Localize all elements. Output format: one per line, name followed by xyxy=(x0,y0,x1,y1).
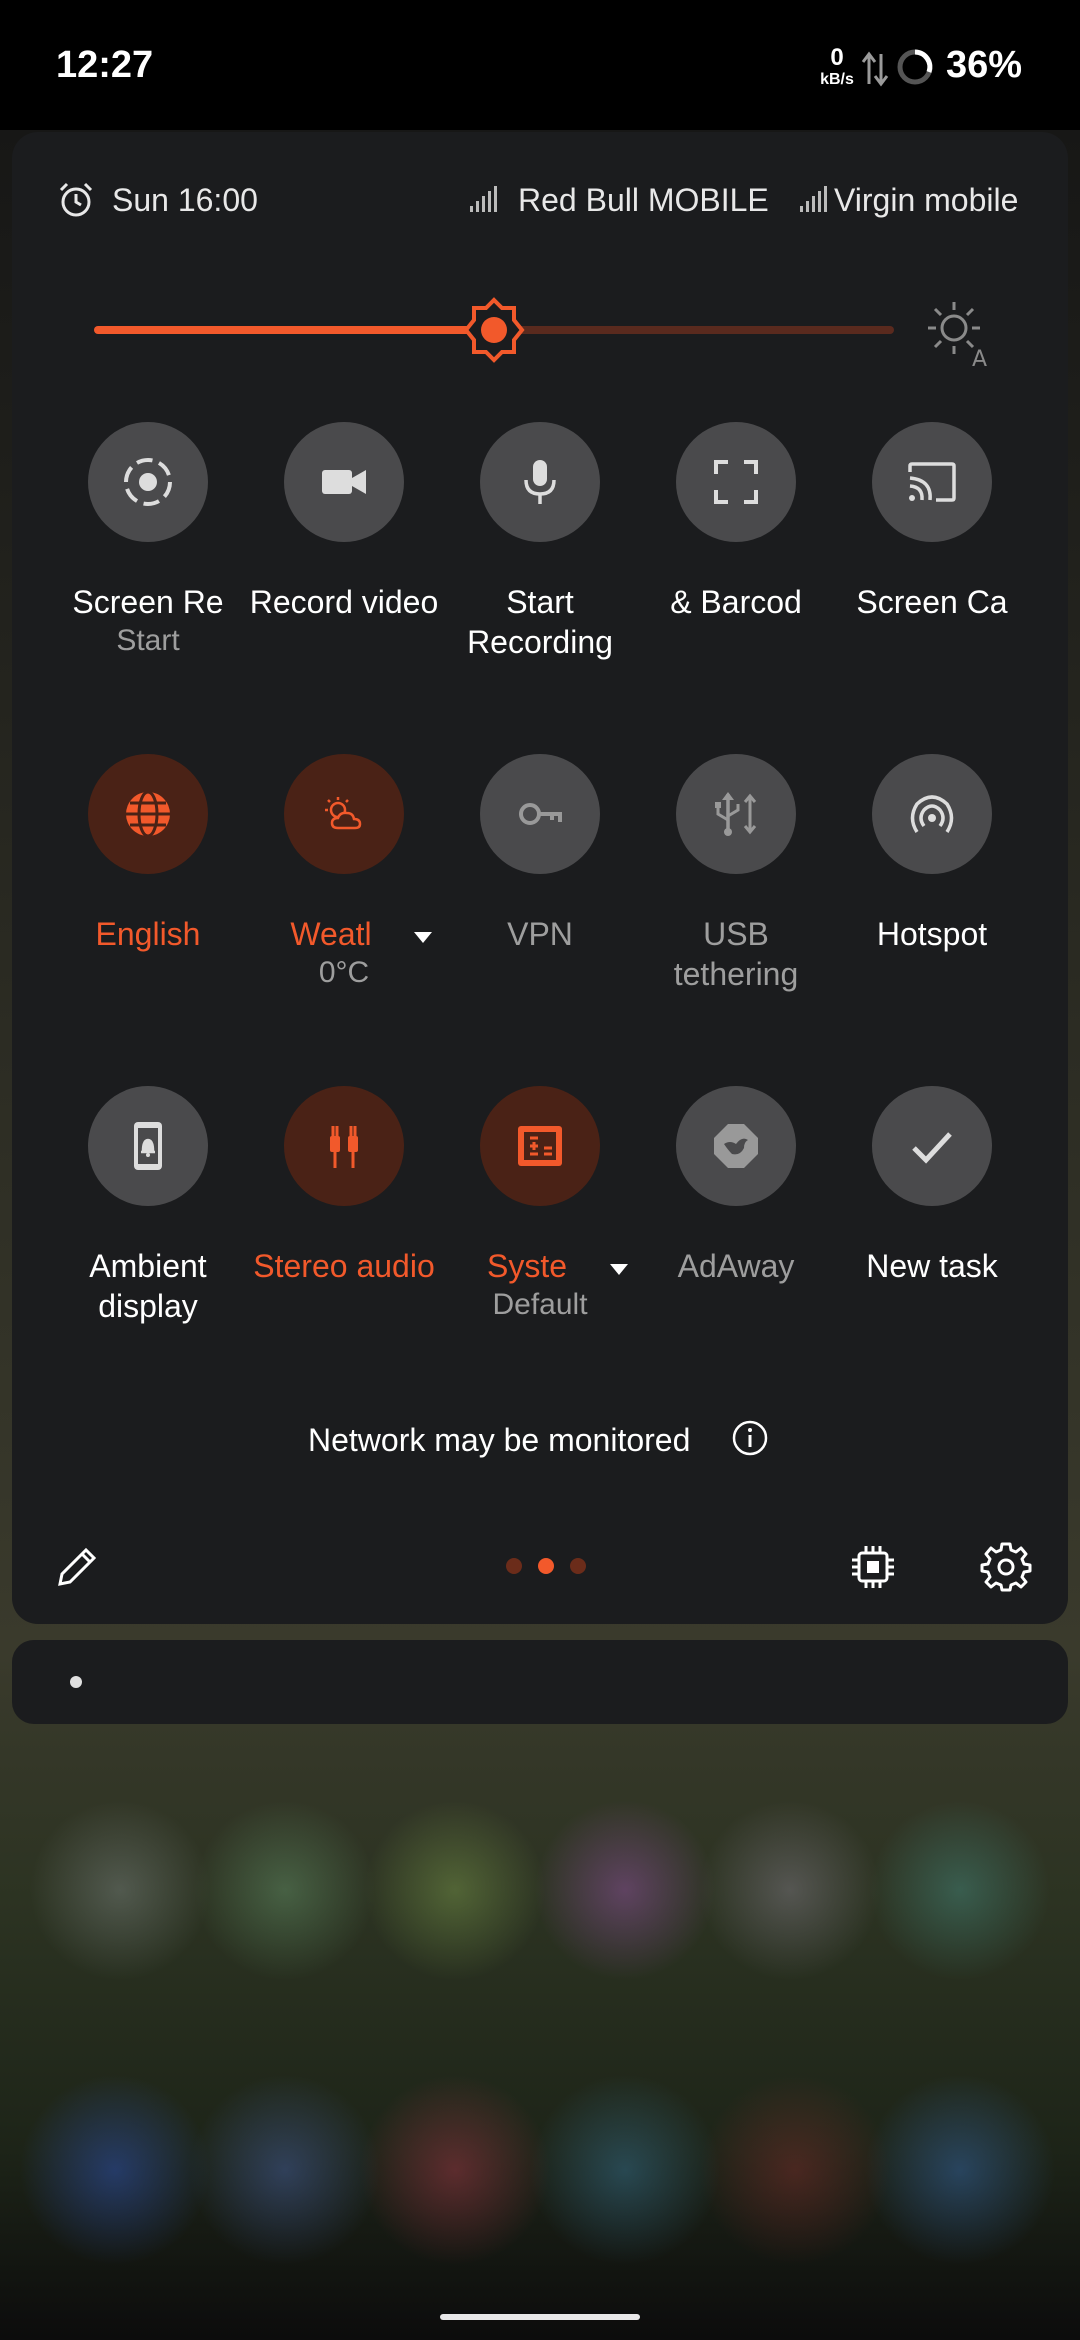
alarm-clock-icon[interactable] xyxy=(56,180,96,220)
page-dot xyxy=(570,1558,586,1574)
network-notice[interactable]: Network may be monitored xyxy=(308,1422,690,1459)
tile-label: Weatl xyxy=(290,916,372,952)
svg-text:A: A xyxy=(972,347,987,368)
tile-sublabel: Default xyxy=(492,1288,588,1321)
scan-frame-icon xyxy=(714,460,758,504)
network-speed-value: 0 xyxy=(830,44,844,71)
info-row: Sun 16:00 Red Bull MOBILE Virgin mobile xyxy=(12,132,1068,262)
ambient-display-icon xyxy=(134,1122,162,1170)
edit-pencil-icon[interactable] xyxy=(52,1540,104,1592)
brightness-slider-track[interactable] xyxy=(494,326,894,334)
cast-icon xyxy=(908,462,956,502)
usb-icon xyxy=(715,792,757,836)
tile-button[interactable] xyxy=(480,754,600,874)
network-monitor-row[interactable]: Network may be monitored xyxy=(12,1414,1068,1474)
tile-button[interactable] xyxy=(480,422,600,542)
tile-label: USB tethering xyxy=(673,916,799,992)
battery-ring-icon xyxy=(897,49,933,85)
network-speed: 0 kB/s xyxy=(814,46,860,88)
tile-label: English xyxy=(95,916,201,952)
screen-record-icon xyxy=(124,458,172,506)
tile-label: Stereo audio xyxy=(253,1248,435,1284)
tile-label: Record video xyxy=(249,584,439,620)
carrier-2: Virgin mobile xyxy=(834,182,1019,218)
tile-button[interactable] xyxy=(676,1086,796,1206)
tile-button[interactable] xyxy=(284,1086,404,1206)
tile-label: & Barcod xyxy=(670,584,802,620)
adaway-icon xyxy=(714,1124,758,1168)
tile-label: Ambient display xyxy=(89,1248,207,1324)
tile-label: New task xyxy=(866,1248,998,1284)
tile-label: Syste xyxy=(486,1248,568,1284)
status-bar: 12:27 0 kB/s 36% xyxy=(0,0,1080,130)
home-gesture-bar[interactable] xyxy=(440,2314,640,2320)
tile-button[interactable] xyxy=(676,422,796,542)
hotspot-icon xyxy=(910,795,954,833)
page-dot-active xyxy=(538,1558,554,1574)
page-indicator xyxy=(506,1558,586,1574)
dropdown-caret-icon[interactable] xyxy=(414,932,432,943)
carrier-1: Red Bull MOBILE xyxy=(518,182,769,218)
globe-icon xyxy=(126,790,170,838)
tile-button[interactable] xyxy=(88,754,208,874)
tile-label: Start Recording xyxy=(467,584,613,660)
weather-icon xyxy=(325,797,362,830)
tile-label: Hotspot xyxy=(876,916,988,952)
tile-button[interactable] xyxy=(872,422,992,542)
brightness-thumb-icon[interactable] xyxy=(460,296,528,364)
signal-icon xyxy=(470,186,497,212)
checkmark-icon xyxy=(912,1132,952,1164)
tile-label: VPN xyxy=(507,916,573,952)
status-clock: 12:27 xyxy=(56,44,154,86)
video-camera-icon xyxy=(322,470,366,494)
tile-button[interactable] xyxy=(872,754,992,874)
tile-label: Screen Ca xyxy=(856,584,1008,620)
tile-sublabel: Start xyxy=(116,624,180,657)
page-dot xyxy=(506,1558,522,1574)
tile-button[interactable] xyxy=(88,1086,208,1206)
tile-button[interactable] xyxy=(284,754,404,874)
quick-settings-panel: Sun 16:00 Red Bull MOBILE Virgin mobile … xyxy=(12,132,1068,1624)
tile-button[interactable] xyxy=(284,422,404,542)
next-alarm[interactable]: Sun 16:00 xyxy=(112,182,258,219)
tile-sublabel: 0°C xyxy=(318,956,370,989)
network-speed-unit: kB/s xyxy=(820,71,854,88)
tile-button[interactable] xyxy=(480,1086,600,1206)
notification-dot-icon xyxy=(70,1676,82,1688)
panel-bottom-bar xyxy=(12,1532,1068,1612)
system-calculator-icon xyxy=(518,1126,562,1166)
auto-brightness-icon[interactable]: A xyxy=(922,296,994,368)
dropdown-caret-icon[interactable] xyxy=(610,1264,628,1275)
tile-label: Screen Re xyxy=(72,584,224,620)
notification-card[interactable] xyxy=(12,1640,1068,1724)
stereo-audio-icon xyxy=(330,1126,358,1168)
microphone-icon xyxy=(524,460,556,504)
gear-icon[interactable] xyxy=(980,1540,1032,1592)
brightness-slider-fill[interactable] xyxy=(94,326,494,334)
tile-button[interactable] xyxy=(872,1086,992,1206)
tile-button[interactable] xyxy=(88,422,208,542)
battery-percentage: 36% xyxy=(946,44,1023,86)
info-icon[interactable] xyxy=(730,1418,770,1458)
signal-icon xyxy=(800,186,827,212)
data-transfer-icon xyxy=(861,51,889,87)
tile-label: AdAway xyxy=(677,1248,795,1284)
tile-button[interactable] xyxy=(676,754,796,874)
vpn-key-icon xyxy=(519,803,562,825)
cpu-chip-icon[interactable] xyxy=(848,1542,898,1592)
